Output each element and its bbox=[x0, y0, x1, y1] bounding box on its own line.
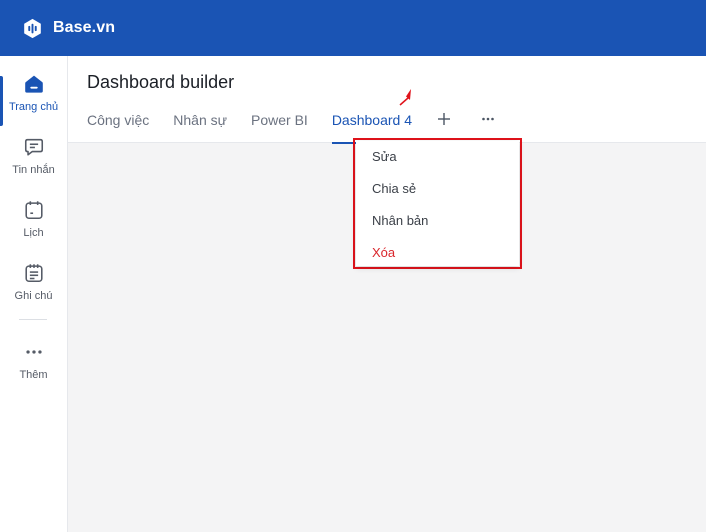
sidebar-item-label: Thêm bbox=[19, 369, 48, 381]
tab-cong-viec[interactable]: Công việc bbox=[87, 108, 149, 143]
sidebar: Trang chủ Tin nhắn Lịch Ghi chú Thêm bbox=[0, 56, 68, 532]
menu-item-edit[interactable]: Sửa bbox=[356, 141, 519, 173]
sidebar-item-home[interactable]: Trang chủ bbox=[0, 66, 67, 126]
menu-item-share[interactable]: Chia sẻ bbox=[356, 173, 519, 205]
brand-name[interactable]: Base.vn bbox=[53, 19, 115, 37]
sidebar-item-label: Lịch bbox=[23, 227, 44, 239]
base-logo-icon[interactable] bbox=[22, 18, 43, 39]
sidebar-item-label: Trang chủ bbox=[8, 101, 59, 113]
pointer-arrow-icon bbox=[399, 89, 411, 106]
sidebar-item-messages[interactable]: Tin nhắn bbox=[0, 129, 67, 185]
top-bar: Base.vn bbox=[0, 0, 706, 56]
tab-nhan-su[interactable]: Nhân sự bbox=[173, 108, 227, 143]
sidebar-item-more[interactable]: Thêm bbox=[0, 334, 67, 390]
tab-power-bi[interactable]: Power BI bbox=[251, 108, 308, 143]
more-horizontal-icon bbox=[25, 350, 42, 354]
sidebar-divider bbox=[19, 319, 47, 320]
notes-icon bbox=[24, 264, 43, 283]
calendar-icon bbox=[24, 201, 43, 220]
home-icon bbox=[24, 75, 43, 93]
main-content: Dashboard builder Công việc Nhân sự Powe… bbox=[68, 56, 706, 532]
page-title: Dashboard builder bbox=[87, 72, 235, 92]
menu-item-duplicate[interactable]: Nhân bản bbox=[356, 205, 519, 237]
sidebar-item-label: Ghi chú bbox=[14, 290, 53, 302]
sidebar-item-label: Tin nhắn bbox=[12, 164, 55, 176]
message-icon bbox=[24, 138, 43, 156]
menu-item-delete[interactable]: Xóa bbox=[356, 237, 519, 269]
plus-icon[interactable] bbox=[434, 108, 454, 130]
tab-context-menu: Sửa Chia sẻ Nhân bản Xóa bbox=[356, 141, 519, 266]
page-header: Dashboard builder Công việc Nhân sự Powe… bbox=[68, 56, 706, 144]
sidebar-item-calendar[interactable]: Lịch bbox=[0, 192, 67, 248]
ellipsis-icon[interactable] bbox=[477, 108, 499, 130]
sidebar-item-notes[interactable]: Ghi chú bbox=[0, 255, 67, 311]
